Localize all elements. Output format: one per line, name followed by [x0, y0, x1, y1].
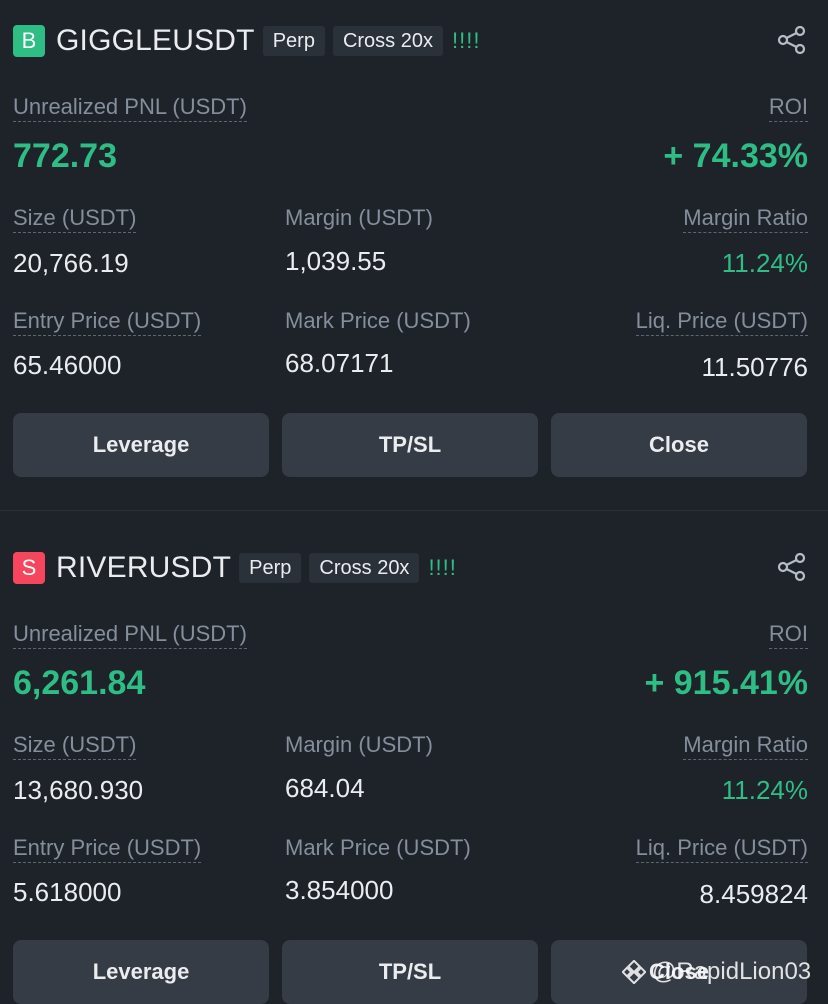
watermark: @RapidLion03	[622, 958, 811, 986]
contract-type-tag: Perp	[262, 26, 325, 56]
entry-price-value: 5.618000	[13, 877, 122, 907]
margin-ratio-value: 11.24%	[721, 775, 808, 805]
entry-price-value: 65.46000	[13, 350, 122, 380]
contract-type-tag: Perp	[239, 553, 302, 583]
share-icon[interactable]	[776, 551, 808, 583]
margin-mode-tag[interactable]: Cross 20x	[332, 26, 443, 56]
tp-sl-button[interactable]: TP/SL	[282, 413, 538, 477]
mark-price-value: 68.07171	[285, 348, 394, 378]
position-header: B GIGGLEUSDT Perp Cross 20x !!!!	[13, 22, 480, 60]
roi-value: + 74.33%	[663, 137, 808, 175]
position-header: S RIVERUSDT Perp Cross 20x !!!!	[13, 549, 457, 587]
margin-ratio-value: 11.24%	[721, 248, 808, 278]
liq-price-label[interactable]: Liq. Price (USDT)	[635, 308, 808, 336]
leverage-button[interactable]: Leverage	[13, 413, 269, 477]
roi-label[interactable]: ROI	[768, 621, 808, 649]
margin-label: Margin (USDT)	[285, 205, 433, 230]
watermark-text: @RapidLion03	[652, 958, 812, 985]
size-value: 20,766.19	[13, 248, 129, 278]
risk-level-bars-icon: !!!!	[451, 28, 481, 53]
entry-price-label[interactable]: Entry Price (USDT)	[13, 308, 202, 336]
size-label[interactable]: Size (USDT)	[13, 732, 137, 760]
unrealized-pnl-label[interactable]: Unrealized PNL (USDT)	[13, 94, 247, 122]
roi-label[interactable]: ROI	[768, 94, 808, 122]
margin-label: Margin (USDT)	[285, 732, 433, 757]
close-button[interactable]: Close	[551, 413, 807, 477]
card-divider	[0, 510, 828, 511]
entry-price-label[interactable]: Entry Price (USDT)	[13, 835, 202, 863]
unrealized-pnl-value: 772.73	[13, 137, 117, 175]
margin-value: 1,039.55	[285, 246, 387, 276]
binance-logo-icon	[622, 960, 646, 984]
risk-level-bars-icon: !!!!	[428, 555, 457, 580]
liq-price-value: 11.50776	[701, 352, 808, 382]
unrealized-pnl-label[interactable]: Unrealized PNL (USDT)	[13, 621, 247, 649]
leverage-button[interactable]: Leverage	[13, 940, 269, 1004]
side-badge-sell: S	[13, 552, 45, 584]
roi-value: + 915.41%	[644, 664, 808, 702]
margin-mode-tag[interactable]: Cross 20x	[309, 553, 420, 583]
symbol-name[interactable]: RIVERUSDT	[56, 551, 231, 585]
size-label[interactable]: Size (USDT)	[13, 205, 137, 233]
size-value: 13,680.930	[13, 775, 144, 805]
mark-price-label: Mark Price (USDT)	[285, 308, 471, 333]
margin-ratio-label[interactable]: Margin Ratio	[683, 732, 808, 760]
tp-sl-button[interactable]: TP/SL	[282, 940, 538, 1004]
mark-price-value: 3.854000	[285, 875, 394, 905]
share-icon[interactable]	[776, 24, 808, 56]
liq-price-label[interactable]: Liq. Price (USDT)	[635, 835, 808, 863]
margin-ratio-label[interactable]: Margin Ratio	[683, 205, 808, 233]
side-badge-buy: B	[13, 25, 45, 57]
unrealized-pnl-value: 6,261.84	[13, 664, 146, 702]
liq-price-value: 8.459824	[699, 879, 808, 909]
margin-value: 684.04	[285, 773, 365, 803]
mark-price-label: Mark Price (USDT)	[285, 835, 471, 860]
symbol-name[interactable]: GIGGLEUSDT	[56, 24, 255, 58]
